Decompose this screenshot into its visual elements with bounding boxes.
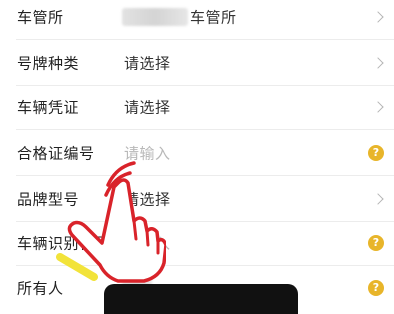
help-icon[interactable]: ? <box>368 145 384 161</box>
chevron-right-icon <box>372 193 384 205</box>
form-row-vehicle-office[interactable]: 车管所 车管所 <box>0 0 394 40</box>
row-label: 号牌种类 <box>17 54 80 73</box>
help-icon[interactable]: ? <box>368 280 384 296</box>
chevron-right-icon <box>372 57 384 69</box>
form-row-vehicle-certificate[interactable]: 车辆凭证 请选择 <box>0 84 394 130</box>
vehicle-certificate-select[interactable]: 请选择 <box>124 97 171 118</box>
help-icon[interactable]: ? <box>368 235 384 251</box>
row-label: 车管所 <box>17 8 64 27</box>
plate-type-select[interactable]: 请选择 <box>124 53 171 74</box>
tap-hand-icon <box>56 161 166 283</box>
row-label: 车辆凭证 <box>17 98 80 117</box>
form-row-plate-type[interactable]: 号牌种类 请选择 <box>0 40 394 86</box>
chevron-right-icon <box>372 11 384 23</box>
bottom-action-bar[interactable] <box>104 284 298 314</box>
redacted-value-block <box>122 8 188 26</box>
vehicle-office-value: 车管所 <box>190 8 237 27</box>
chevron-right-icon <box>372 101 384 113</box>
